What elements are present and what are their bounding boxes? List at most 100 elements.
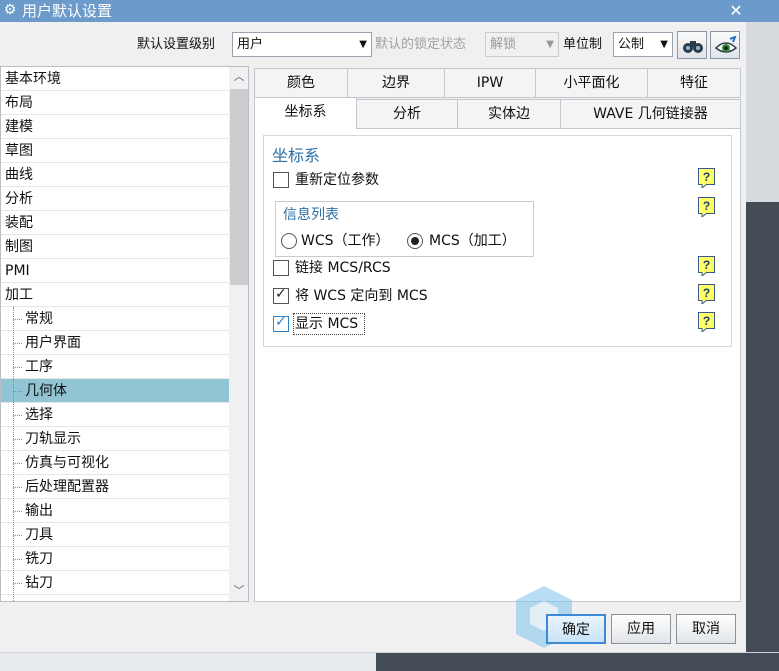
window-title: 用户默认设置 bbox=[22, 2, 113, 20]
units-label: 单位制 bbox=[563, 37, 603, 52]
chevron-down-icon: ▼ bbox=[546, 39, 554, 50]
tree-connector bbox=[13, 439, 22, 440]
tree-connector bbox=[13, 367, 22, 368]
find-setting-button[interactable] bbox=[677, 31, 707, 59]
ok-button[interactable]: 确定 bbox=[546, 614, 606, 644]
tree-item[interactable]: 装配 bbox=[1, 211, 229, 235]
tree-item[interactable]: PMI bbox=[1, 259, 229, 283]
help-icon[interactable]: ? bbox=[698, 197, 716, 217]
tab-csys[interactable]: 坐标系 bbox=[254, 97, 357, 129]
radio-mcs[interactable] bbox=[407, 233, 423, 249]
chevron-down-icon: ▼ bbox=[359, 39, 367, 50]
svg-text:?: ? bbox=[703, 199, 710, 213]
title-bar: ⚙ 用户默认设置 ✕ bbox=[0, 0, 779, 22]
tree-item[interactable]: 常规 bbox=[1, 307, 229, 331]
csys-group: 坐标系 重新定位参数 ? 信息列表 WCS（工作） MCS（加工） ? 链接 M… bbox=[263, 135, 732, 347]
scroll-up-icon[interactable]: ︿ bbox=[229, 67, 248, 87]
tree-item[interactable]: 分析 bbox=[1, 187, 229, 211]
radio-wcs[interactable] bbox=[281, 233, 297, 249]
group-title: 坐标系 bbox=[272, 146, 321, 165]
help-icon[interactable]: ? bbox=[698, 256, 716, 276]
tab-color[interactable]: 颜色 bbox=[254, 68, 348, 98]
radio-selected-dot bbox=[411, 237, 419, 245]
info-list-title: 信息列表 bbox=[283, 207, 339, 223]
tree-item[interactable]: 刀轨显示 bbox=[1, 427, 229, 451]
gear-icon: ⚙ bbox=[3, 2, 17, 18]
tab-boundary[interactable]: 边界 bbox=[347, 68, 445, 98]
check-icon: ✓ bbox=[275, 286, 287, 302]
svg-text:?: ? bbox=[703, 258, 710, 272]
svg-text:?: ? bbox=[703, 314, 710, 328]
help-icon[interactable]: ? bbox=[698, 312, 716, 332]
tree-connector bbox=[13, 307, 14, 601]
help-icon[interactable]: ? bbox=[698, 284, 716, 304]
lock-state-label: 默认的锁定状态 bbox=[375, 37, 467, 52]
bottom-background bbox=[0, 652, 779, 671]
tree-connector bbox=[13, 535, 22, 536]
tab-analysis[interactable]: 分析 bbox=[356, 99, 458, 129]
tab-solid-edge[interactable]: 实体边 bbox=[457, 99, 561, 129]
tree-item[interactable]: 建模 bbox=[1, 115, 229, 139]
cancel-button[interactable]: 取消 bbox=[676, 614, 736, 644]
help-icon[interactable]: ? bbox=[698, 168, 716, 188]
tree-item[interactable]: 几何体 bbox=[1, 379, 229, 403]
category-tree[interactable]: 基本环境 布局 建模 草图 曲线 分析 装配 制图 PMI 加工 常规 用户界面 工序 几何体 选择 刀轨显示… bbox=[0, 66, 249, 602]
default-level-label: 默认设置级别 bbox=[137, 37, 216, 52]
tree-item[interactable]: 草图 bbox=[1, 139, 229, 163]
tree-item[interactable]: 工序 bbox=[1, 355, 229, 379]
apply-button[interactable]: 应用 bbox=[611, 614, 671, 644]
units-select[interactable]: 公制 ▼ bbox=[613, 32, 673, 57]
tree-connector bbox=[13, 583, 22, 584]
svg-text:?: ? bbox=[703, 170, 710, 184]
settings-panel: 坐标系 重新定位参数 ? 信息列表 WCS（工作） MCS（加工） ? 链接 M… bbox=[254, 128, 741, 602]
tree-connector bbox=[13, 463, 22, 464]
tree-connector bbox=[13, 319, 22, 320]
close-button[interactable]: ✕ bbox=[726, 0, 746, 22]
default-level-value: 用户 bbox=[237, 37, 264, 52]
tree-item[interactable]: 仿真与可视化 bbox=[1, 451, 229, 475]
lock-state-select: 解锁 ▼ bbox=[485, 32, 559, 57]
chevron-down-icon: ▼ bbox=[660, 39, 668, 50]
scroll-down-icon[interactable]: ﹀ bbox=[229, 581, 248, 601]
tree-connector bbox=[13, 415, 22, 416]
tree-item[interactable]: 选择 bbox=[1, 403, 229, 427]
binoculars-icon bbox=[683, 41, 703, 53]
tab-feature[interactable]: 特征 bbox=[647, 68, 741, 98]
show-mcs-checkbox[interactable]: ✓ bbox=[273, 314, 289, 332]
tree-scrollbar[interactable]: ︿ ﹀ bbox=[229, 67, 248, 601]
tree-item[interactable]: 输出 bbox=[1, 499, 229, 523]
tree-connector bbox=[13, 391, 22, 392]
tree-connector bbox=[13, 487, 22, 488]
tab-faceting[interactable]: 小平面化 bbox=[535, 68, 648, 98]
radio-wcs-label: WCS（工作） bbox=[301, 233, 390, 249]
tree-item[interactable]: 钻刀 bbox=[1, 571, 229, 595]
check-icon: ✓ bbox=[275, 314, 287, 330]
tree-item[interactable]: 用户界面 bbox=[1, 331, 229, 355]
radio-mcs-label: MCS（加工） bbox=[429, 233, 516, 249]
link-mcs-rcs-checkbox[interactable] bbox=[273, 260, 289, 276]
tree-item[interactable]: 加工 bbox=[1, 283, 229, 307]
tab-ipw[interactable]: IPW bbox=[444, 68, 536, 98]
tab-wave-linker[interactable]: WAVE 几何链接器 bbox=[560, 99, 741, 129]
svg-text:?: ? bbox=[703, 286, 710, 300]
units-value: 公制 bbox=[618, 37, 645, 52]
reposition-checkbox[interactable] bbox=[273, 172, 289, 188]
orient-wcs-checkbox[interactable]: ✓ bbox=[273, 286, 289, 304]
default-level-select[interactable]: 用户 ▼ bbox=[232, 32, 372, 57]
tree-item[interactable]: 刀具 bbox=[1, 523, 229, 547]
orient-wcs-label: 将 WCS 定向到 MCS bbox=[295, 288, 428, 304]
tree-connector bbox=[13, 511, 22, 512]
user-defaults-dialog: ⚙ 用户默认设置 ✕ 默认设置级别 用户 ▼ 默认的锁定状态 解锁 ▼ 单位制 … bbox=[0, 0, 779, 671]
tree-item[interactable]: 曲线 bbox=[1, 163, 229, 187]
view-changes-button[interactable] bbox=[710, 31, 740, 59]
show-mcs-label: 显示 MCS bbox=[295, 316, 359, 332]
tree-item[interactable]: 制图 bbox=[1, 235, 229, 259]
info-list-group: 信息列表 WCS（工作） MCS（加工） bbox=[275, 201, 534, 257]
lock-state-value: 解锁 bbox=[490, 37, 517, 52]
scroll-thumb[interactable] bbox=[230, 89, 248, 285]
tree-item[interactable]: 后处理配置器 bbox=[1, 475, 229, 499]
tree-item[interactable]: 铣刀 bbox=[1, 547, 229, 571]
tree-item[interactable]: 布局 bbox=[1, 91, 229, 115]
reposition-label: 重新定位参数 bbox=[295, 172, 379, 188]
tree-item[interactable]: 基本环境 bbox=[1, 67, 229, 91]
